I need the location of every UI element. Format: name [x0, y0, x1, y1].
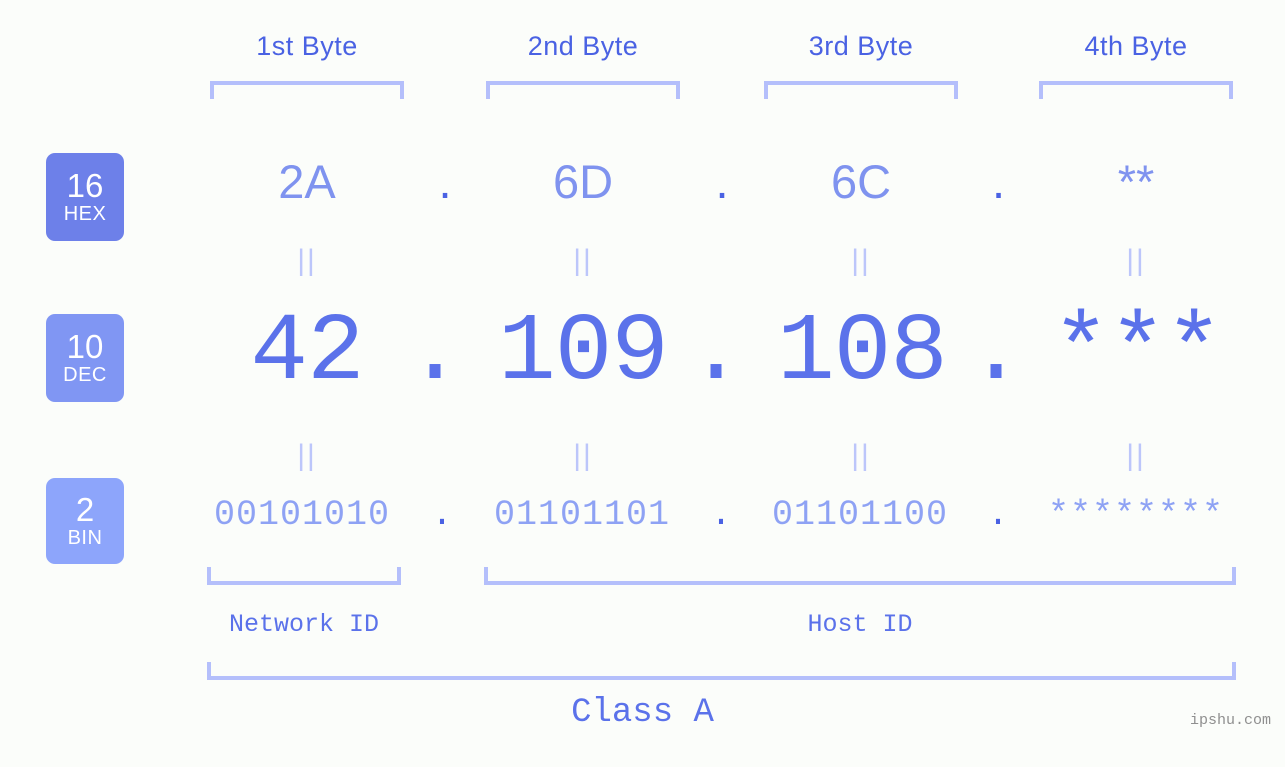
hex-value-byte-1: 2A [278, 155, 336, 208]
equals-mark-hex-dec-3: || [851, 244, 871, 277]
column-header-1st-byte: 1st Byte [256, 31, 358, 61]
hex-value-byte-2: 6D [552, 155, 614, 208]
bracket-byte-4-top [1039, 81, 1233, 99]
equals-mark-hex-dec-1: || [297, 244, 317, 277]
base-badge-bin: 2 BIN [46, 478, 124, 564]
bracket-byte-1-top [210, 81, 404, 99]
site-watermark: ipshu.com [1189, 712, 1271, 729]
bin-separator-2: . [710, 495, 732, 535]
bracket-network-id [207, 567, 401, 585]
bin-value-byte-4: ******** [1047, 495, 1225, 535]
base-badge-dec-abbr: DEC [63, 364, 107, 387]
dec-separator-1: . [406, 298, 464, 407]
dec-value-byte-4: *** [1052, 298, 1223, 407]
bin-value-byte-2: 01101101 [493, 495, 671, 535]
base-badge-dec-number: 10 [66, 327, 104, 365]
bin-separator-1: . [431, 495, 453, 535]
equals-mark-hex-dec-4: || [1126, 244, 1146, 277]
base-badge-dec: 10 DEC [46, 314, 124, 402]
dec-value-byte-1: 42 [250, 298, 364, 407]
bracket-byte-3-top [764, 81, 958, 99]
dec-value-byte-3: 108 [777, 298, 948, 407]
ip-byte-breakdown-diagram: 1st Byte 2nd Byte 3rd Byte 4th Byte 16 H… [0, 0, 1285, 767]
dec-separator-3: . [967, 298, 1025, 407]
hex-separator-3: . [991, 155, 1006, 208]
bin-separator-3: . [987, 495, 1009, 535]
equals-mark-hex-dec-2: || [573, 244, 593, 277]
network-id-label: Network ID [228, 610, 380, 639]
column-header-4th-byte: 4th Byte [1084, 31, 1188, 61]
bin-value-byte-1: 00101010 [213, 495, 391, 535]
dec-value-byte-2: 109 [498, 298, 669, 407]
hex-value-byte-4: ** [1117, 155, 1155, 208]
host-id-label: Host ID [807, 610, 913, 639]
equals-mark-dec-bin-2: || [573, 439, 593, 472]
base-badge-hex-number: 16 [66, 166, 104, 204]
column-header-3rd-byte: 3rd Byte [808, 31, 914, 61]
hex-separator-2: . [715, 155, 729, 208]
bin-value-byte-3: 01101100 [771, 495, 949, 535]
base-badge-bin-abbr: BIN [67, 527, 103, 550]
base-badge-hex-abbr: HEX [63, 203, 107, 226]
equals-mark-dec-bin-3: || [851, 439, 871, 472]
bracket-class [207, 662, 1236, 680]
base-badge-hex: 16 HEX [46, 153, 124, 241]
equals-mark-dec-bin-4: || [1126, 439, 1146, 472]
hex-separator-1: . [438, 155, 452, 208]
dec-separator-2: . [687, 298, 745, 407]
bracket-host-id [484, 567, 1236, 585]
class-label: Class A [571, 694, 714, 732]
bracket-byte-2-top [486, 81, 680, 99]
equals-mark-dec-bin-1: || [297, 439, 317, 472]
hex-value-byte-3: 6C [830, 155, 892, 208]
column-header-2nd-byte: 2nd Byte [527, 31, 639, 61]
base-badge-bin-number: 2 [75, 490, 95, 528]
